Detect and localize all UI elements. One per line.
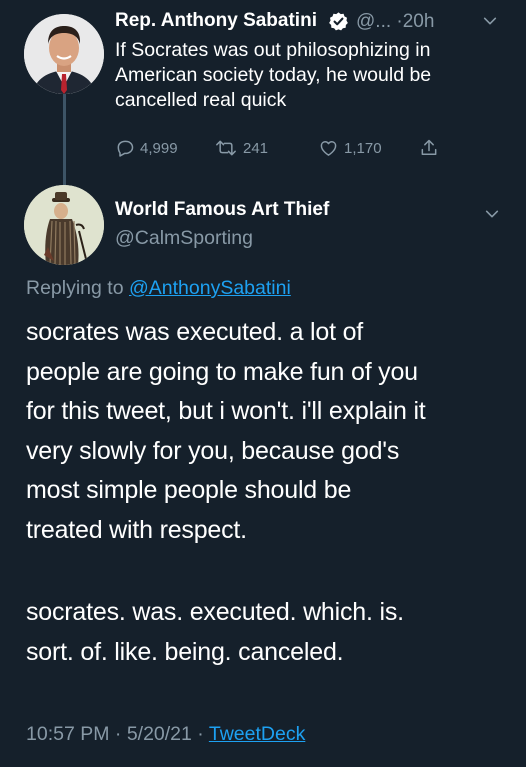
source-link[interactable]: TweetDeck [209,723,305,745]
reply-text-line: sort. of. like. being. canceled. [26,637,344,666]
reply-timestamp-time[interactable]: 10:57 PM [26,723,109,745]
parent-tweet-text: If Socrates was out philosophizing in Am… [115,38,515,113]
parent-author-handle[interactable]: @... [356,11,391,32]
reply-text-line: treated with respect. [26,515,247,544]
reply-author-handle[interactable]: @CalmSporting [115,227,253,249]
timestamp-separator: · [197,723,204,745]
reply-author-avatar[interactable] [24,185,104,265]
reply-timestamp-date[interactable]: 5/20/21 [127,723,192,745]
retweet-count: 241 [243,139,269,157]
reply-text-line: most simple people should be [26,476,352,504]
timestamp-separator: · [114,723,122,745]
parent-author-avatar[interactable] [24,14,104,94]
reply-icon [115,138,135,158]
replying-to-handle-link[interactable]: @AnthonySabatini [129,277,291,299]
reply-text-line: very slowly for you, because god's [26,436,400,465]
like-icon [318,138,339,158]
parent-text-line: If Socrates was out philosophizing in [115,39,431,61]
reply-text-paragraph-1: socrates was executed. a lot of people a… [26,313,521,550]
reply-button[interactable]: 4,999 [115,138,178,158]
parent-author-name[interactable]: Rep. Anthony Sabatini [115,10,317,31]
reply-author-name[interactable]: World Famous Art Thief [115,199,329,220]
parent-text-line: American society today, he would be [115,64,432,86]
verified-badge-icon [328,11,349,37]
chevron-down-icon[interactable] [482,13,498,34]
replying-to-label: Replying to [26,277,124,299]
retweet-icon [214,138,238,158]
share-icon [419,138,439,158]
parent-text-line: cancelled real quick [115,89,287,111]
like-button[interactable]: 1,170 [318,138,382,158]
reply-count: 4,999 [140,139,178,157]
share-button[interactable] [419,138,439,158]
reply-text-line: socrates was executed. a lot of [26,318,364,346]
like-count: 1,170 [344,139,382,157]
thread-connector-line [63,93,66,185]
reply-text-line: for this tweet, but i won't. i'll explai… [26,397,426,425]
reply-chevron-down-icon[interactable] [484,206,500,227]
reply-text-paragraph-2: socrates. was. executed. which. is. sort… [26,593,521,672]
retweet-button[interactable]: 241 [214,138,268,158]
reply-text-line: people are going to make fun of you [26,357,418,386]
parent-timestamp[interactable]: 20h [403,11,435,32]
reply-text-line: socrates. was. executed. which. is. [26,598,404,626]
